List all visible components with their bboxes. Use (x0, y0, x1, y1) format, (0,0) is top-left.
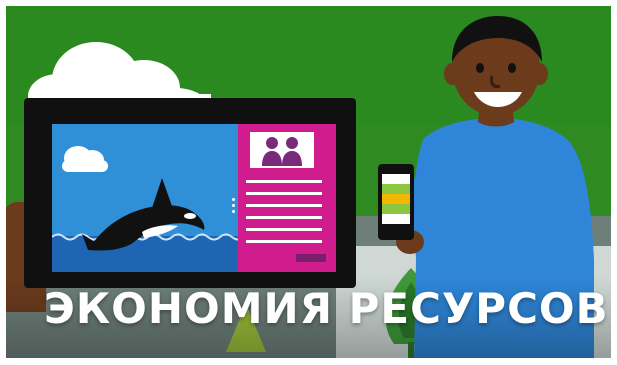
phone-band (382, 204, 410, 214)
phone-icon (378, 164, 414, 240)
orca-icon (82, 178, 205, 251)
phone-band (382, 214, 410, 224)
text-line (246, 192, 322, 195)
text-line (246, 240, 322, 243)
divider-dot (232, 210, 235, 213)
banner-title: ЭКОНОМИЯ РЕСУРСОВ (44, 284, 609, 333)
screen-button (296, 254, 326, 262)
people-icon (262, 137, 302, 166)
phone-band (382, 194, 410, 204)
illustration-tile: ЭКОНОМИЯ РЕСУРСОВ (6, 6, 611, 358)
tablet-device (24, 98, 356, 288)
text-line (246, 216, 322, 219)
divider-dot (232, 204, 235, 207)
phone-band (382, 184, 410, 194)
text-line (246, 204, 322, 207)
phone-band (382, 174, 410, 184)
photo-box (250, 132, 314, 168)
illustration-frame: ЭКОНОМИЯ РЕСУРСОВ (0, 0, 617, 365)
text-line (246, 180, 322, 183)
text-line (246, 228, 322, 231)
divider-dot (232, 198, 235, 201)
